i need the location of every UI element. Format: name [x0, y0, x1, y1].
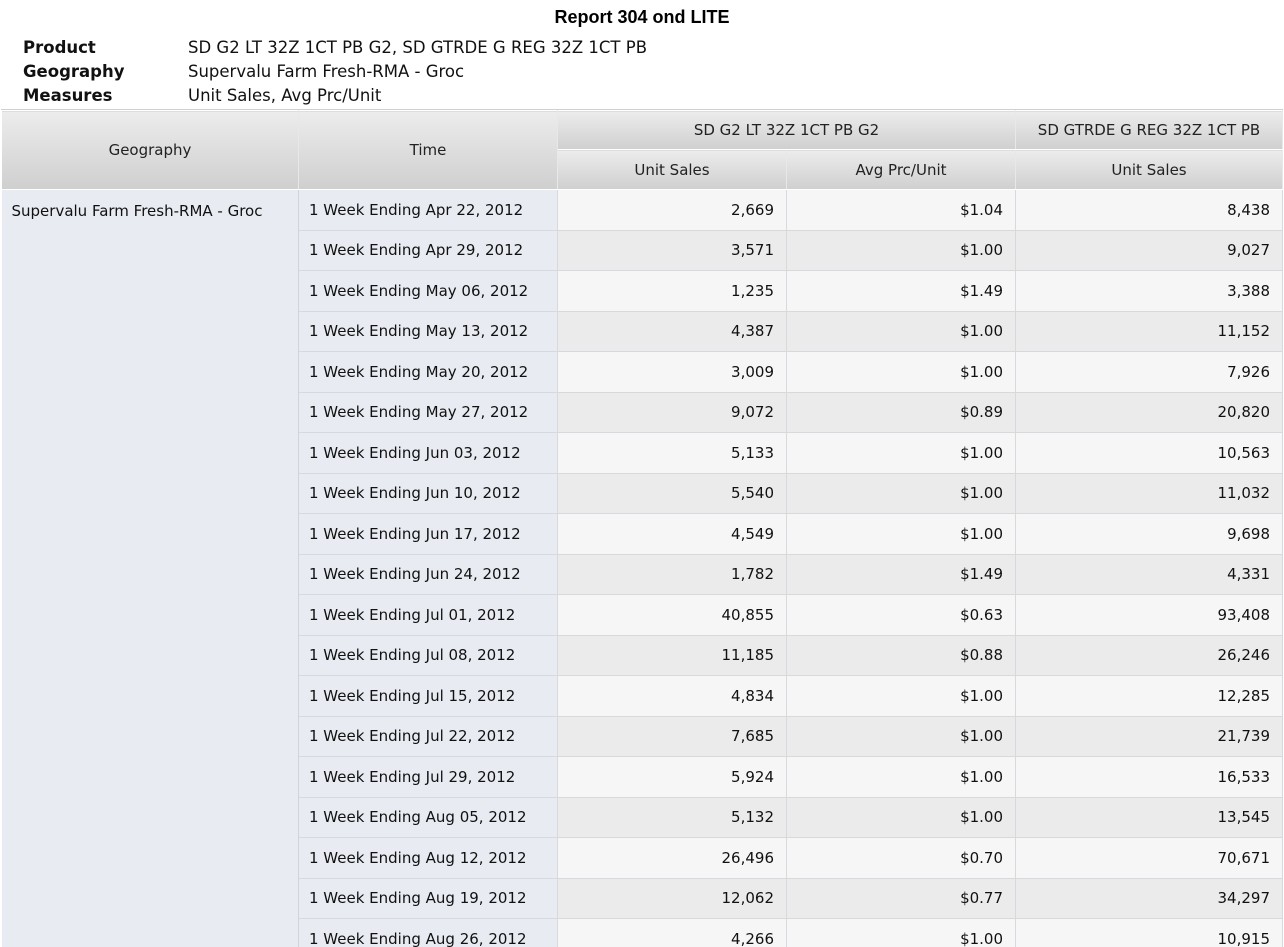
report-meta: Product SD G2 LT 32Z 1CT PB G2, SD GTRDE…	[23, 36, 647, 108]
cell-unit-sales: 26,496	[558, 838, 787, 879]
cell-avg-prc-unit: $1.49	[787, 554, 1016, 595]
cell-unit-sales: 5,133	[558, 433, 787, 474]
cell-unit-sales: 40,855	[558, 595, 787, 636]
cell-avg-prc-unit: $1.04	[787, 190, 1016, 231]
cell-unit-sales-2: 10,563	[1016, 433, 1283, 474]
cell-avg-prc-unit: $0.63	[787, 595, 1016, 636]
meta-value: Unit Sales, Avg Prc/Unit	[188, 84, 381, 108]
row-header-time: 1 Week Ending Jul 22, 2012	[299, 716, 558, 757]
cell-unit-sales-2: 34,297	[1016, 878, 1283, 919]
row-header-time: 1 Week Ending Aug 05, 2012	[299, 797, 558, 838]
cell-unit-sales: 12,062	[558, 878, 787, 919]
cell-unit-sales-2: 10,915	[1016, 919, 1283, 947]
cell-unit-sales: 4,549	[558, 514, 787, 555]
cell-unit-sales-2: 9,027	[1016, 230, 1283, 271]
table-body: Supervalu Farm Fresh-RMA - Groc1 Week En…	[2, 190, 1283, 947]
cell-unit-sales: 5,540	[558, 473, 787, 514]
report-grid[interactable]: Geography Time SD G2 LT 32Z 1CT PB G2 SD…	[1, 109, 1283, 947]
cell-unit-sales-2: 7,926	[1016, 352, 1283, 393]
cell-avg-prc-unit: $1.00	[787, 676, 1016, 717]
cell-unit-sales-2: 93,408	[1016, 595, 1283, 636]
meta-value: SD G2 LT 32Z 1CT PB G2, SD GTRDE G REG 3…	[188, 36, 647, 60]
cell-avg-prc-unit: $1.00	[787, 311, 1016, 352]
cell-unit-sales: 4,387	[558, 311, 787, 352]
row-header-time: 1 Week Ending Aug 19, 2012	[299, 878, 558, 919]
cell-avg-prc-unit: $0.70	[787, 838, 1016, 879]
column-group-header-product-1[interactable]: SD G2 LT 32Z 1CT PB G2	[558, 111, 1016, 150]
cell-avg-prc-unit: $0.77	[787, 878, 1016, 919]
cell-unit-sales: 1,782	[558, 554, 787, 595]
cell-avg-prc-unit: $1.00	[787, 433, 1016, 474]
cell-avg-prc-unit: $0.88	[787, 635, 1016, 676]
column-header-unit-sales[interactable]: Unit Sales	[558, 150, 787, 190]
cell-avg-prc-unit: $1.00	[787, 473, 1016, 514]
cell-unit-sales: 4,266	[558, 919, 787, 947]
cell-unit-sales-2: 11,152	[1016, 311, 1283, 352]
cell-unit-sales: 3,009	[558, 352, 787, 393]
cell-avg-prc-unit: $1.00	[787, 919, 1016, 947]
cell-unit-sales: 11,185	[558, 635, 787, 676]
cell-avg-prc-unit: $1.00	[787, 716, 1016, 757]
cell-unit-sales-2: 4,331	[1016, 554, 1283, 595]
cell-unit-sales-2: 70,671	[1016, 838, 1283, 879]
cell-unit-sales: 2,669	[558, 190, 787, 231]
cell-unit-sales: 7,685	[558, 716, 787, 757]
cell-unit-sales-2: 12,285	[1016, 676, 1283, 717]
row-header-geography: Supervalu Farm Fresh-RMA - Groc	[2, 190, 299, 947]
column-header-geography[interactable]: Geography	[2, 111, 299, 190]
meta-row-geography: Geography Supervalu Farm Fresh-RMA - Gro…	[23, 60, 647, 84]
row-header-time: 1 Week Ending Apr 22, 2012	[299, 190, 558, 231]
row-header-time: 1 Week Ending Jul 01, 2012	[299, 595, 558, 636]
cell-unit-sales-2: 8,438	[1016, 190, 1283, 231]
row-header-time: 1 Week Ending May 13, 2012	[299, 311, 558, 352]
cell-unit-sales-2: 16,533	[1016, 757, 1283, 798]
row-header-time: 1 Week Ending May 06, 2012	[299, 271, 558, 312]
meta-key: Measures	[23, 84, 188, 108]
row-header-time: 1 Week Ending Jun 24, 2012	[299, 554, 558, 595]
cell-unit-sales-2: 26,246	[1016, 635, 1283, 676]
table-row: Supervalu Farm Fresh-RMA - Groc1 Week En…	[2, 190, 1283, 231]
cell-unit-sales-2: 9,698	[1016, 514, 1283, 555]
report-title: Report 304 ond LITE	[0, 7, 1284, 28]
row-header-time: 1 Week Ending Jul 29, 2012	[299, 757, 558, 798]
cell-unit-sales-2: 11,032	[1016, 473, 1283, 514]
cell-avg-prc-unit: $1.00	[787, 757, 1016, 798]
row-header-time: 1 Week Ending May 27, 2012	[299, 392, 558, 433]
row-header-time: 1 Week Ending May 20, 2012	[299, 352, 558, 393]
row-header-time: 1 Week Ending Jul 15, 2012	[299, 676, 558, 717]
column-header-avg-prc-unit[interactable]: Avg Prc/Unit	[787, 150, 1016, 190]
meta-key: Geography	[23, 60, 188, 84]
cell-unit-sales-2: 21,739	[1016, 716, 1283, 757]
cell-unit-sales: 5,132	[558, 797, 787, 838]
cell-unit-sales: 9,072	[558, 392, 787, 433]
cell-unit-sales-2: 3,388	[1016, 271, 1283, 312]
meta-row-product: Product SD G2 LT 32Z 1CT PB G2, SD GTRDE…	[23, 36, 647, 60]
meta-key: Product	[23, 36, 188, 60]
cell-avg-prc-unit: $0.89	[787, 392, 1016, 433]
row-header-time: 1 Week Ending Jun 03, 2012	[299, 433, 558, 474]
cell-unit-sales: 3,571	[558, 230, 787, 271]
meta-row-measures: Measures Unit Sales, Avg Prc/Unit	[23, 84, 647, 108]
cell-avg-prc-unit: $1.00	[787, 514, 1016, 555]
cell-unit-sales: 4,834	[558, 676, 787, 717]
row-header-time: 1 Week Ending Aug 26, 2012	[299, 919, 558, 947]
cell-unit-sales: 1,235	[558, 271, 787, 312]
row-header-time: 1 Week Ending Jun 10, 2012	[299, 473, 558, 514]
cell-avg-prc-unit: $1.00	[787, 230, 1016, 271]
row-header-time: 1 Week Ending Jul 08, 2012	[299, 635, 558, 676]
meta-value: Supervalu Farm Fresh-RMA - Groc	[188, 60, 464, 84]
row-header-time: 1 Week Ending Aug 12, 2012	[299, 838, 558, 879]
row-header-time: 1 Week Ending Jun 17, 2012	[299, 514, 558, 555]
row-header-time: 1 Week Ending Apr 29, 2012	[299, 230, 558, 271]
column-group-header-product-2[interactable]: SD GTRDE G REG 32Z 1CT PB	[1016, 111, 1283, 150]
column-header-time[interactable]: Time	[299, 111, 558, 190]
cell-avg-prc-unit: $1.49	[787, 271, 1016, 312]
cell-unit-sales-2: 13,545	[1016, 797, 1283, 838]
cell-avg-prc-unit: $1.00	[787, 352, 1016, 393]
report-table: Geography Time SD G2 LT 32Z 1CT PB G2 SD…	[1, 110, 1283, 947]
cell-unit-sales-2: 20,820	[1016, 392, 1283, 433]
column-header-unit-sales-2[interactable]: Unit Sales	[1016, 150, 1283, 190]
cell-avg-prc-unit: $1.00	[787, 797, 1016, 838]
cell-unit-sales: 5,924	[558, 757, 787, 798]
